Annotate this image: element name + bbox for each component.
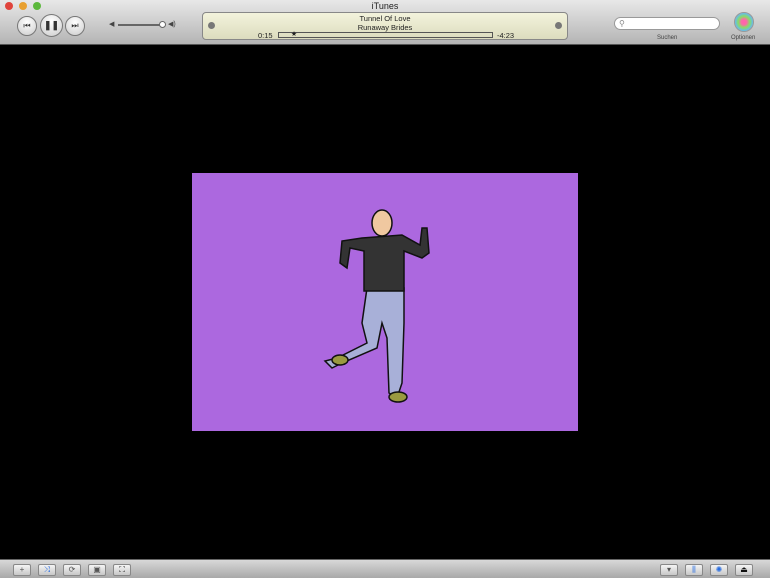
elapsed-time: 0:15 (258, 31, 273, 40)
visualizer-button[interactable]: ✺ (710, 564, 728, 576)
pause-button[interactable]: ❚❚ (40, 14, 63, 37)
add-playlist-button[interactable]: + (13, 564, 31, 576)
volume-knob[interactable] (159, 21, 166, 28)
volume-slider[interactable] (118, 21, 166, 28)
progress-bar[interactable]: ★ (278, 30, 493, 38)
dancing-figure-image (323, 209, 430, 403)
browse-button[interactable]: ▾ (660, 564, 678, 576)
remaining-time: -4:23 (497, 31, 515, 40)
search-input[interactable]: ⚲ (614, 17, 720, 30)
previous-button[interactable]: ⏮ (17, 16, 37, 36)
equalizer-button[interactable]: ⫼ (685, 564, 703, 576)
repeat-button[interactable]: ⟳ (63, 564, 81, 576)
volume-low-icon: ◀ (109, 21, 115, 28)
playhead[interactable]: ★ (291, 30, 297, 38)
artwork-button[interactable]: ▣ (88, 564, 106, 576)
track-title: Tunnel Of Love (359, 14, 411, 23)
video-frame (192, 173, 578, 431)
now-playing-display: Tunnel Of Love Runaway Brides 0:15 ★ -4:… (202, 12, 568, 40)
window-title: iTunes (371, 1, 399, 11)
next-button[interactable]: ⏭ (65, 16, 85, 36)
eject-button[interactable]: ⏏ (735, 564, 753, 576)
fullscreen-button[interactable]: ⛶ (113, 564, 131, 576)
search-icon: ⚲ (619, 19, 625, 28)
options-label: Optionen (731, 35, 756, 41)
toolbar: iTunes ⏮ ❚❚ ⏭ ◀ ◀) Tunnel Of Love Runawa… (0, 0, 770, 45)
options-button[interactable] (734, 12, 754, 32)
genius-icon[interactable] (555, 22, 562, 29)
shuffle-button[interactable]: ⤨ (38, 564, 56, 576)
search-label: Suchen (657, 35, 678, 41)
bottom-bar: + ⤨ ⟳ ▣ ⛶ ▾ ⫼ ✺ ⏏ (0, 559, 770, 578)
volume-high-icon: ◀) (168, 21, 176, 28)
